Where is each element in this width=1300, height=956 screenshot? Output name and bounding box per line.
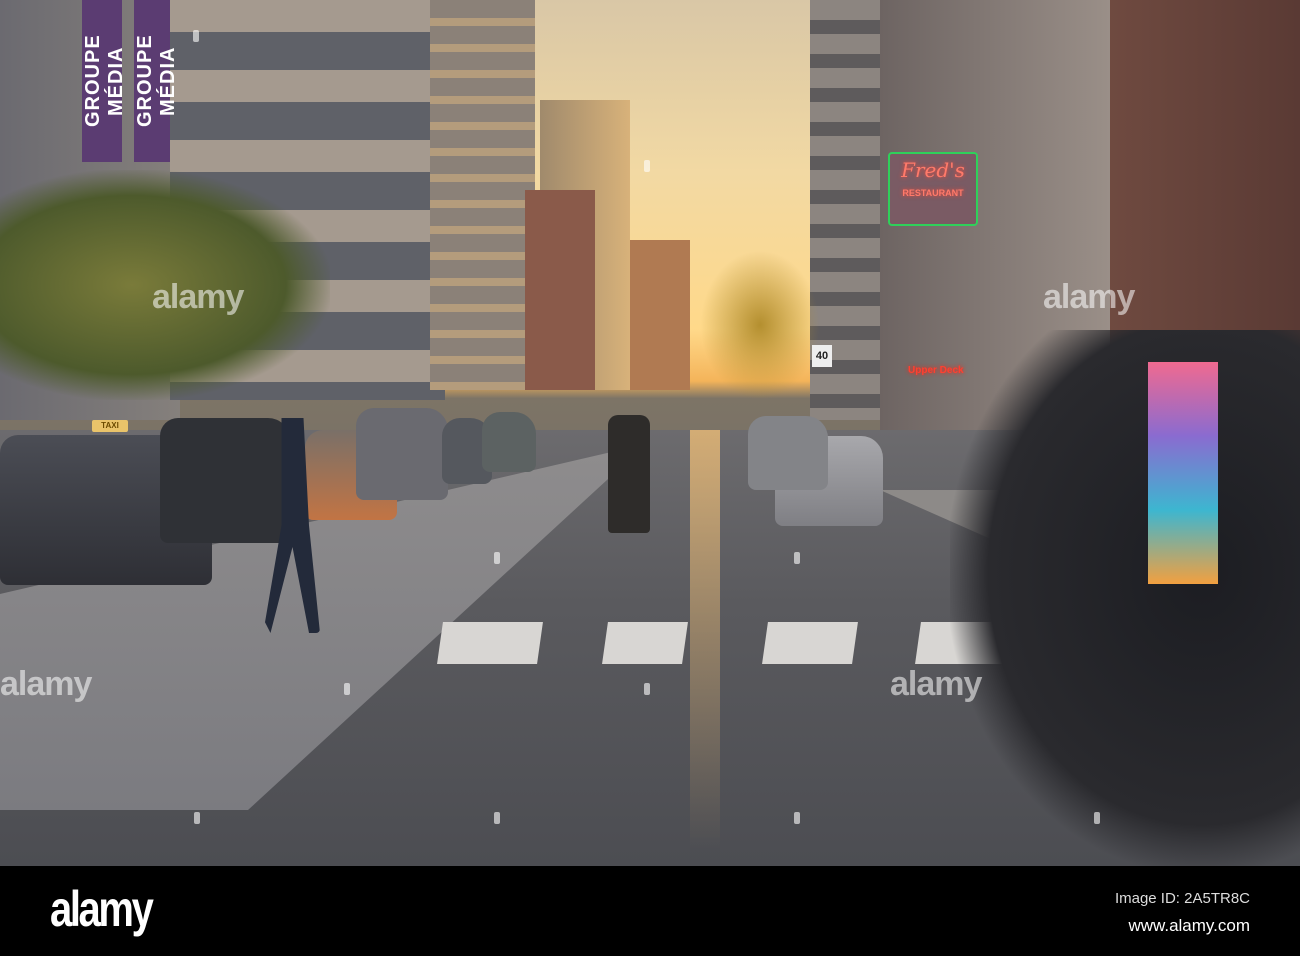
car bbox=[482, 412, 536, 472]
watermark-dot bbox=[644, 683, 650, 695]
image-id: Image ID: 2A5TR8C bbox=[1114, 890, 1250, 907]
suv bbox=[356, 408, 448, 500]
watermark: alamy bbox=[152, 278, 244, 316]
watermark: alamy bbox=[890, 665, 982, 703]
stock-photo-page: GROUPE MÉDIA GROUPE MÉDIA Fred's RESTAUR… bbox=[0, 0, 1300, 956]
watermark-dot bbox=[644, 160, 650, 172]
neon-sign-subtitle: RESTAURANT bbox=[902, 188, 964, 198]
pedestrian-walking bbox=[608, 415, 650, 533]
watermark-dot bbox=[494, 812, 500, 824]
watermark-dot bbox=[344, 683, 350, 695]
alamy-logo: alamy bbox=[50, 881, 154, 937]
crosswalk-stripe bbox=[437, 622, 543, 664]
parked-car bbox=[748, 416, 828, 490]
distant-building bbox=[630, 240, 690, 390]
brick-building bbox=[525, 190, 595, 390]
art-utility-box bbox=[1148, 362, 1218, 584]
speed-limit-sign: 40 bbox=[812, 345, 832, 367]
crosswalk-stripe bbox=[762, 622, 858, 664]
watermark: alamy bbox=[0, 665, 92, 703]
watermark-dot bbox=[794, 812, 800, 824]
small-tree bbox=[700, 250, 820, 400]
watermark-dot bbox=[494, 552, 500, 564]
crosswalk-stripe bbox=[602, 622, 688, 664]
watermark-dot bbox=[794, 552, 800, 564]
sun-reflection bbox=[690, 430, 720, 850]
watermark-dot bbox=[194, 812, 200, 824]
street-photo: GROUPE MÉDIA GROUPE MÉDIA Fred's RESTAUR… bbox=[0, 0, 1300, 866]
neon-sign-name: Fred's bbox=[901, 158, 965, 182]
taxi-sign: TAXI bbox=[92, 420, 128, 432]
glass-tower bbox=[430, 0, 535, 390]
car bbox=[160, 418, 290, 543]
watermark-dot bbox=[1094, 812, 1100, 824]
street-banner: GROUPE MÉDIA bbox=[82, 0, 127, 162]
street-banner: GROUPE MÉDIA bbox=[134, 0, 179, 162]
watermark-dot bbox=[193, 30, 199, 42]
footer-bar: alamy Image ID: 2A5TR8C www.alamy.com bbox=[0, 866, 1300, 956]
restaurant-neon-sign: Fred's RESTAURANT bbox=[888, 152, 978, 226]
watermark: alamy bbox=[1043, 278, 1135, 316]
site-url: www.alamy.com bbox=[1128, 916, 1250, 935]
blurred-foreground-person bbox=[950, 330, 1300, 866]
